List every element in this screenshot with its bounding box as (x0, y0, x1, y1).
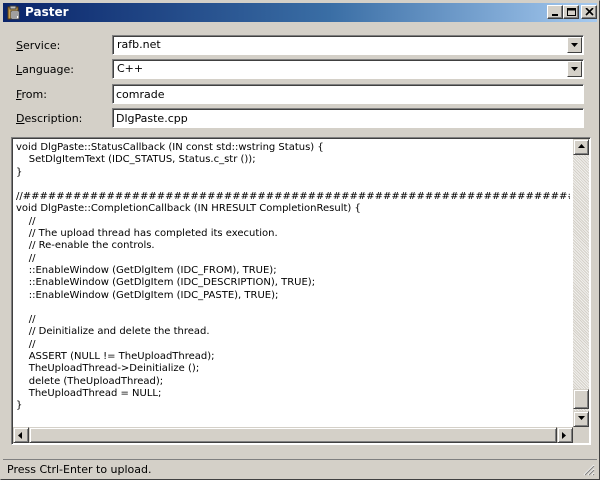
code-line: } (16, 400, 23, 412)
code-line: // Deinitialize and delete the thread. (16, 326, 210, 338)
description-label-text: escription: (24, 112, 83, 125)
code-line: // Re-enable the controls. (16, 240, 155, 252)
scroll-left-button[interactable] (13, 427, 29, 443)
service-dropdown-button[interactable] (567, 37, 582, 53)
language-label-text: anguage: (22, 63, 75, 76)
code-line: delete (TheUploadThread); (16, 375, 164, 387)
scroll-up-button[interactable] (573, 139, 589, 155)
title-bar[interactable]: Paster (3, 3, 597, 22)
code-line: // The upload thread has completed its e… (16, 228, 278, 240)
from-label: From: (16, 88, 47, 101)
scroll-down-button[interactable] (573, 411, 589, 427)
scroll-right-button[interactable] (557, 427, 573, 443)
status-text: Press Ctrl-Enter to upload. (7, 463, 152, 476)
arrow-up-icon (578, 144, 585, 148)
code-line: // (16, 252, 36, 264)
code-line: TheUploadThread->Deinitialize (); (16, 363, 200, 375)
service-select[interactable]: rafb.net (112, 35, 584, 55)
status-bar: Press Ctrl-Enter to upload. (3, 459, 597, 477)
from-input[interactable] (116, 86, 576, 102)
service-label: Service: (16, 39, 60, 52)
service-value: rafb.net (117, 38, 161, 51)
chevron-down-icon (571, 67, 578, 71)
close-button[interactable] (581, 5, 597, 19)
description-label: Description: (16, 112, 82, 125)
vertical-scroll-thumb[interactable] (573, 389, 589, 409)
language-dropdown-button[interactable] (567, 61, 582, 77)
language-label: Language: (16, 63, 74, 76)
resize-grip-icon[interactable] (583, 464, 595, 476)
code-line: } (16, 166, 23, 178)
horizontal-scrollbar[interactable] (13, 427, 573, 443)
language-value: C++ (117, 62, 144, 75)
code-line: ::EnableWindow (GetDlgItem (IDC_FROM), T… (16, 264, 277, 276)
language-select[interactable]: C++ (112, 59, 584, 79)
description-field[interactable] (112, 108, 584, 128)
code-line: //######################################… (16, 191, 570, 203)
code-line: void DlgPaste::StatusCallback (IN const … (16, 142, 324, 153)
minimize-icon (552, 14, 558, 16)
maximize-icon (567, 8, 576, 16)
close-icon (585, 8, 594, 16)
from-field[interactable] (112, 84, 584, 104)
code-line: void DlgPaste::CompletionCallback (IN HR… (16, 203, 361, 215)
minimize-button[interactable] (547, 5, 563, 19)
code-text[interactable]: void DlgPaste::StatusCallback (IN const … (16, 142, 570, 426)
vertical-scrollbar[interactable] (573, 139, 589, 427)
code-line: ::EnableWindow (GetDlgItem (IDC_DESCRIPT… (16, 277, 316, 289)
arrow-left-icon (18, 432, 22, 439)
from-label-text: rom: (21, 88, 47, 101)
code-line: SetDlgItemText (IDC_STATUS, Status.c_str… (16, 154, 256, 166)
code-line: // (16, 338, 36, 350)
code-line: ::EnableWindow (GetDlgItem (IDC_PASTE), … (16, 289, 279, 301)
code-line: // (16, 314, 36, 326)
code-line: ASSERT (NULL != TheUploadThread); (16, 351, 215, 363)
code-editor[interactable]: void DlgPaste::StatusCallback (IN const … (11, 137, 591, 445)
arrow-down-icon (578, 416, 585, 420)
scrollbar-corner (573, 427, 589, 443)
description-input[interactable] (116, 110, 576, 126)
code-line: TheUploadThread = NULL; (16, 387, 162, 399)
paste-app-icon (6, 5, 21, 20)
window-title: Paster (25, 5, 69, 19)
chevron-down-icon (571, 43, 578, 47)
service-label-text: ervice: (22, 39, 61, 52)
service-label-accel: S (16, 39, 23, 52)
horizontal-scroll-thumb[interactable] (29, 427, 557, 443)
code-line: // (16, 215, 36, 227)
arrow-right-icon (562, 432, 566, 439)
maximize-button[interactable] (563, 5, 579, 19)
paster-window: Paster Service: rafb.net Language: C++ F… (0, 0, 600, 480)
